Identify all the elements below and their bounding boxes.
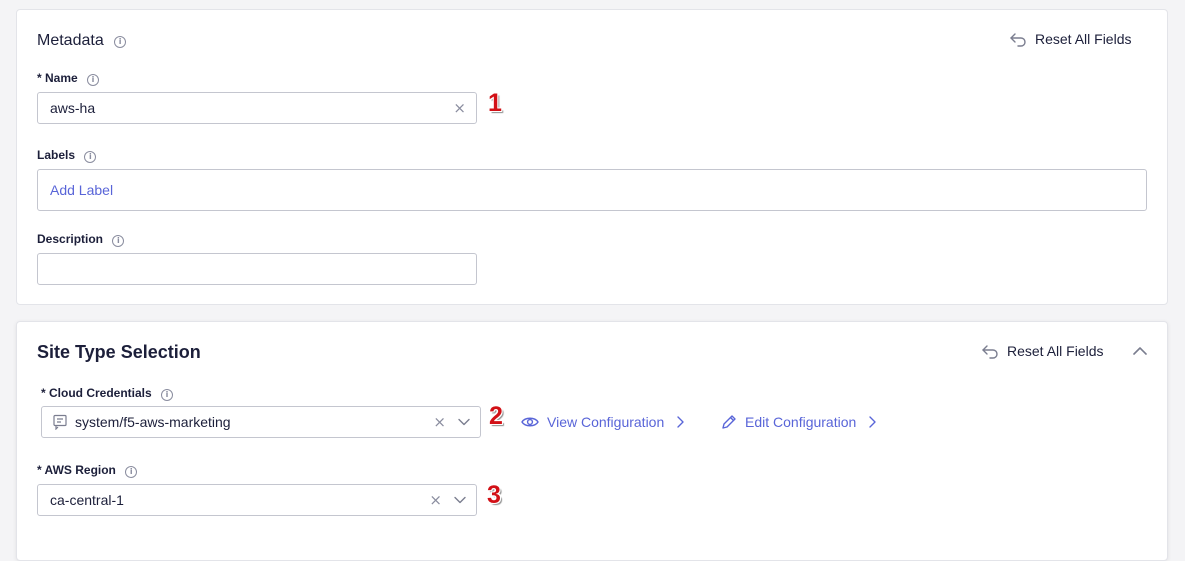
info-icon[interactable]: i xyxy=(87,74,100,86)
annotation-marker-3: 3 xyxy=(487,481,501,509)
annotation-marker-1: 1 xyxy=(488,89,502,117)
reset-label: Reset All Fields xyxy=(1035,31,1132,47)
info-icon[interactable]: i xyxy=(114,36,127,48)
description-label: Description i xyxy=(37,232,125,247)
cloud-credentials-label-text: * Cloud Credentials xyxy=(41,386,152,400)
cloud-credentials-label: * Cloud Credentials i xyxy=(41,386,174,401)
reset-all-fields-button[interactable]: Reset All Fields xyxy=(1009,31,1131,47)
add-label-link[interactable]: Add Label xyxy=(50,182,113,198)
cloud-credentials-value: system/f5-aws-marketing xyxy=(75,414,231,430)
aws-region-label-text: * AWS Region xyxy=(37,463,116,477)
chevron-down-icon[interactable] xyxy=(454,496,466,504)
reset-all-fields-button[interactable]: Reset All Fields xyxy=(981,343,1103,359)
metadata-title: Metadata i xyxy=(37,32,127,50)
site-type-title: Site Type Selection xyxy=(37,342,201,362)
eye-icon xyxy=(521,417,539,427)
aws-region-select[interactable]: ca-central-1 × xyxy=(37,484,477,516)
view-configuration-button[interactable]: View Configuration xyxy=(521,414,684,430)
info-icon[interactable]: i xyxy=(161,389,174,401)
cloud-credentials-select[interactable]: system/f5-aws-marketing × xyxy=(41,406,481,438)
metadata-title-text: Metadata xyxy=(37,32,104,49)
edit-configuration-label: Edit Configuration xyxy=(745,414,857,430)
clear-icon[interactable]: × xyxy=(433,413,446,431)
labels-label-text: Labels xyxy=(37,148,76,162)
labels-label: Labels i xyxy=(37,148,97,163)
reset-label: Reset All Fields xyxy=(1007,343,1104,359)
info-icon[interactable]: i xyxy=(84,151,97,163)
pencil-icon xyxy=(722,415,736,429)
edit-configuration-button[interactable]: Edit Configuration xyxy=(721,414,876,430)
chevron-right-icon xyxy=(677,416,684,428)
name-label-text: * Name xyxy=(37,71,78,85)
clear-icon[interactable]: × xyxy=(429,491,442,509)
name-input[interactable]: aws-ha × xyxy=(37,92,477,124)
chevron-down-icon[interactable] xyxy=(458,418,470,426)
name-input-value: aws-ha xyxy=(50,100,96,116)
undo-icon xyxy=(1010,33,1026,47)
chevron-right-icon xyxy=(869,416,876,428)
view-configuration-label: View Configuration xyxy=(547,414,665,430)
name-label: * Name i xyxy=(37,71,100,86)
site-type-card: Site Type Selection Reset All Fields * C… xyxy=(16,321,1168,561)
info-icon[interactable]: i xyxy=(125,466,138,478)
chevron-up-icon[interactable] xyxy=(1133,346,1147,356)
description-label-text: Description xyxy=(37,232,104,246)
labels-input[interactable]: Add Label xyxy=(37,169,1147,211)
credentials-icon xyxy=(53,414,67,430)
info-icon[interactable]: i xyxy=(112,235,125,247)
clear-icon[interactable]: × xyxy=(453,99,466,117)
undo-icon xyxy=(982,345,998,359)
aws-region-value: ca-central-1 xyxy=(50,492,124,508)
metadata-card: Metadata i Reset All Fields * Name i aws… xyxy=(16,9,1168,305)
annotation-marker-2: 2 xyxy=(489,402,503,430)
description-input[interactable] xyxy=(37,253,477,285)
aws-region-label: * AWS Region i xyxy=(37,463,138,478)
